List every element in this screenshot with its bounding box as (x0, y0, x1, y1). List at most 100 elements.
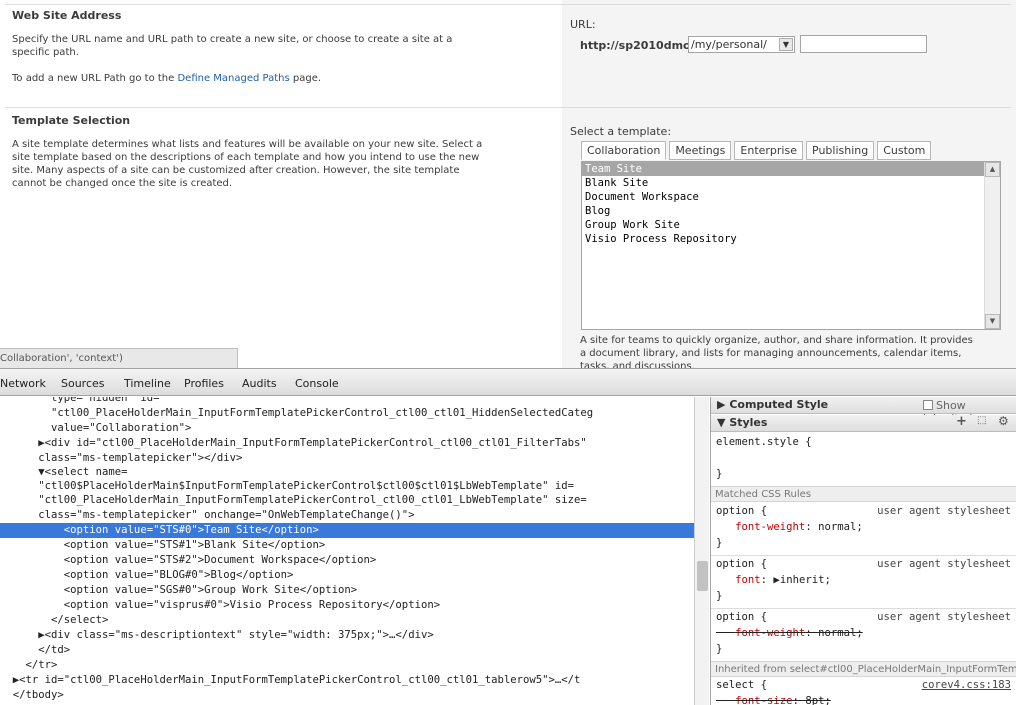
styles-label: Styles (729, 416, 768, 429)
dom-line-selected[interactable]: <option value="STS#0">Team Site</option> (0, 523, 694, 538)
url-label: URL: (570, 18, 596, 31)
rule-value[interactable]: normal; (818, 521, 863, 533)
tab-meetings[interactable]: Meetings (669, 141, 732, 160)
css-rule[interactable]: select { font-size: 8pt; corev4.css:183 (711, 677, 1016, 705)
section-title-template: Template Selection (12, 114, 131, 127)
url-name-field[interactable] (800, 35, 927, 53)
add-rule-icon[interactable]: + (956, 414, 967, 429)
scroll-up-icon[interactable]: ▲ (985, 162, 1000, 177)
template-option[interactable]: Blog (582, 204, 984, 218)
inherited-from-header: Inherited from select#ctl00_PlaceHolderM… (711, 661, 1016, 677)
section-title-web-address: Web Site Address (12, 9, 122, 22)
template-option[interactable]: Team Site (582, 162, 984, 176)
scroll-down-icon[interactable]: ▼ (985, 314, 1000, 329)
dom-line[interactable]: "ctl00_PlaceHolderMain_InputFormTemplate… (0, 406, 694, 421)
dom-line[interactable]: "ctl00_PlaceHolderMain_InputFormTemplate… (0, 493, 694, 508)
tab-custom[interactable]: Custom (877, 141, 932, 160)
close-brace: } (716, 643, 723, 655)
devtools-panel: Network Sources Timeline Profiles Audits… (0, 368, 1016, 705)
define-managed-paths-link[interactable]: Define Managed Paths (177, 73, 289, 84)
dom-line[interactable]: ▶<tr id="ctl00_PlaceHolderMain_InputForm… (0, 673, 694, 688)
rule-origin: user agent stylesheet (877, 558, 1011, 570)
computed-style-header[interactable]: ▶ Computed Style Show inherited (711, 397, 1016, 425)
url-path-select[interactable]: /my/personal/ ▼ (688, 36, 795, 53)
template-option[interactable]: Visio Process Repository (582, 232, 984, 246)
rule-value[interactable]: inherit; (780, 574, 831, 586)
managed-paths-text: To add a new URL Path go to the Define M… (12, 72, 487, 85)
desc-prefix: To add a new URL Path go to the (12, 73, 178, 84)
element-style-selector: element.style { (716, 436, 812, 448)
dom-line[interactable]: <option value="SGS#0">Group Work Site</o… (0, 583, 694, 598)
tab-publishing[interactable]: Publishing (806, 141, 875, 160)
gear-icon[interactable]: ⚙ (998, 414, 1009, 428)
desc-suffix: page. (289, 73, 322, 84)
element-style-rule[interactable]: element.style { } (711, 434, 1016, 487)
dom-line[interactable]: </td> (0, 643, 694, 658)
computed-style-label: Computed Style (729, 398, 829, 411)
section-desc-web-address: Specify the URL name and URL path to cre… (12, 34, 453, 58)
template-tabs: Collaboration Meetings Enterprise Publis… (581, 141, 934, 160)
empty-line (711, 450, 1016, 466)
css-rule[interactable]: option { font: ▶inherit; } user agent st… (711, 556, 1016, 609)
dom-line[interactable]: "ctl00$PlaceHolderMain$InputFormTemplate… (0, 479, 694, 494)
tab-profiles[interactable]: Profiles (184, 377, 224, 390)
divider (5, 4, 1011, 5)
rule-selector: option { (716, 505, 768, 517)
dom-line[interactable]: <option value="BLOG#0">Blog</option> (0, 568, 694, 583)
tab-network[interactable]: Network (0, 377, 46, 390)
section-desc-template: A site template determines what lists an… (12, 139, 483, 189)
rule-prop[interactable]: font-weight (735, 521, 805, 533)
listbox-scrollbar[interactable]: ▲ ▼ (984, 162, 1000, 329)
tab-console[interactable]: Console (295, 377, 339, 390)
dom-line[interactable]: <option value="STS#1">Blank Site</option… (0, 538, 694, 553)
dom-line[interactable]: <option value="visprus#0">Visio Process … (0, 598, 694, 613)
tab-sources[interactable]: Sources (61, 377, 105, 390)
rule-origin: user agent stylesheet (877, 611, 1011, 623)
template-description: A site for teams to quickly organize, au… (580, 335, 973, 368)
tab-collaboration[interactable]: Collaboration (581, 141, 667, 160)
dom-line[interactable]: ▼<select name= (0, 465, 694, 480)
checkbox-icon[interactable] (923, 400, 933, 410)
rule-value[interactable]: normal; (818, 627, 863, 639)
dom-line[interactable]: class="ms-templatepicker" onchange="OnWe… (0, 508, 694, 523)
rule-prop[interactable]: font-size (735, 695, 792, 705)
styles-header[interactable]: ▼ Styles + ⬚ ⚙ (711, 414, 1016, 432)
rule-origin-link[interactable]: corev4.css:183 (922, 679, 1011, 691)
dom-line[interactable]: </tr> (0, 658, 694, 673)
close-brace: } (716, 468, 723, 480)
dom-line[interactable]: ▶<div id="ctl00_PlaceHolderMain_InputFor… (0, 436, 694, 451)
chevron-down-icon: ▼ (717, 416, 726, 429)
rule-selector: option { (716, 611, 768, 623)
template-option[interactable]: Group Work Site (582, 218, 984, 232)
devtools-toolbar: Network Sources Timeline Profiles Audits… (0, 368, 1016, 396)
select-template-label: Select a template: (570, 125, 672, 138)
dom-line[interactable]: </tbody> (0, 688, 694, 703)
dom-scrollbar[interactable] (694, 397, 709, 705)
dom-tree: type="hidden" id= "ctl00_PlaceHolderMain… (0, 397, 694, 705)
dom-line[interactable]: type="hidden" id= (0, 397, 694, 406)
scroll-thumb[interactable] (697, 561, 708, 591)
chevron-down-icon[interactable]: ▼ (779, 38, 793, 51)
url-prefix: http://sp2010dmo (580, 39, 691, 52)
template-listbox[interactable]: Team Site Blank Site Document Workspace … (581, 161, 1001, 330)
dom-line[interactable]: ▶<div class="ms-descriptiontext" style="… (0, 628, 694, 643)
rule-value[interactable]: 8pt; (805, 695, 831, 705)
template-option[interactable]: Document Workspace (582, 190, 984, 204)
rule-prop[interactable]: font (735, 574, 761, 586)
close-brace: } (716, 590, 723, 602)
template-option[interactable]: Blank Site (582, 176, 984, 190)
css-rule[interactable]: option { font-weight: normal; } user age… (711, 609, 1016, 662)
dom-line[interactable]: </select> (0, 613, 694, 628)
tab-timeline[interactable]: Timeline (124, 377, 171, 390)
dom-line[interactable]: <option value="STS#2">Document Workspace… (0, 553, 694, 568)
rule-origin: user agent stylesheet (877, 505, 1011, 517)
url-path-value: /my/personal/ (691, 38, 767, 51)
rule-prop[interactable]: font-weight (735, 627, 805, 639)
dom-line[interactable]: value="Collaboration"> (0, 421, 694, 436)
dom-line[interactable]: class="ms-templatepicker"></div> (0, 451, 694, 466)
css-rule[interactable]: option { font-weight: normal; } user age… (711, 503, 1016, 556)
matched-rules-header: Matched CSS Rules (711, 486, 1016, 502)
tab-audits[interactable]: Audits (242, 377, 277, 390)
element-state-icon[interactable]: ⬚ (977, 415, 986, 426)
tab-enterprise[interactable]: Enterprise (734, 141, 803, 160)
